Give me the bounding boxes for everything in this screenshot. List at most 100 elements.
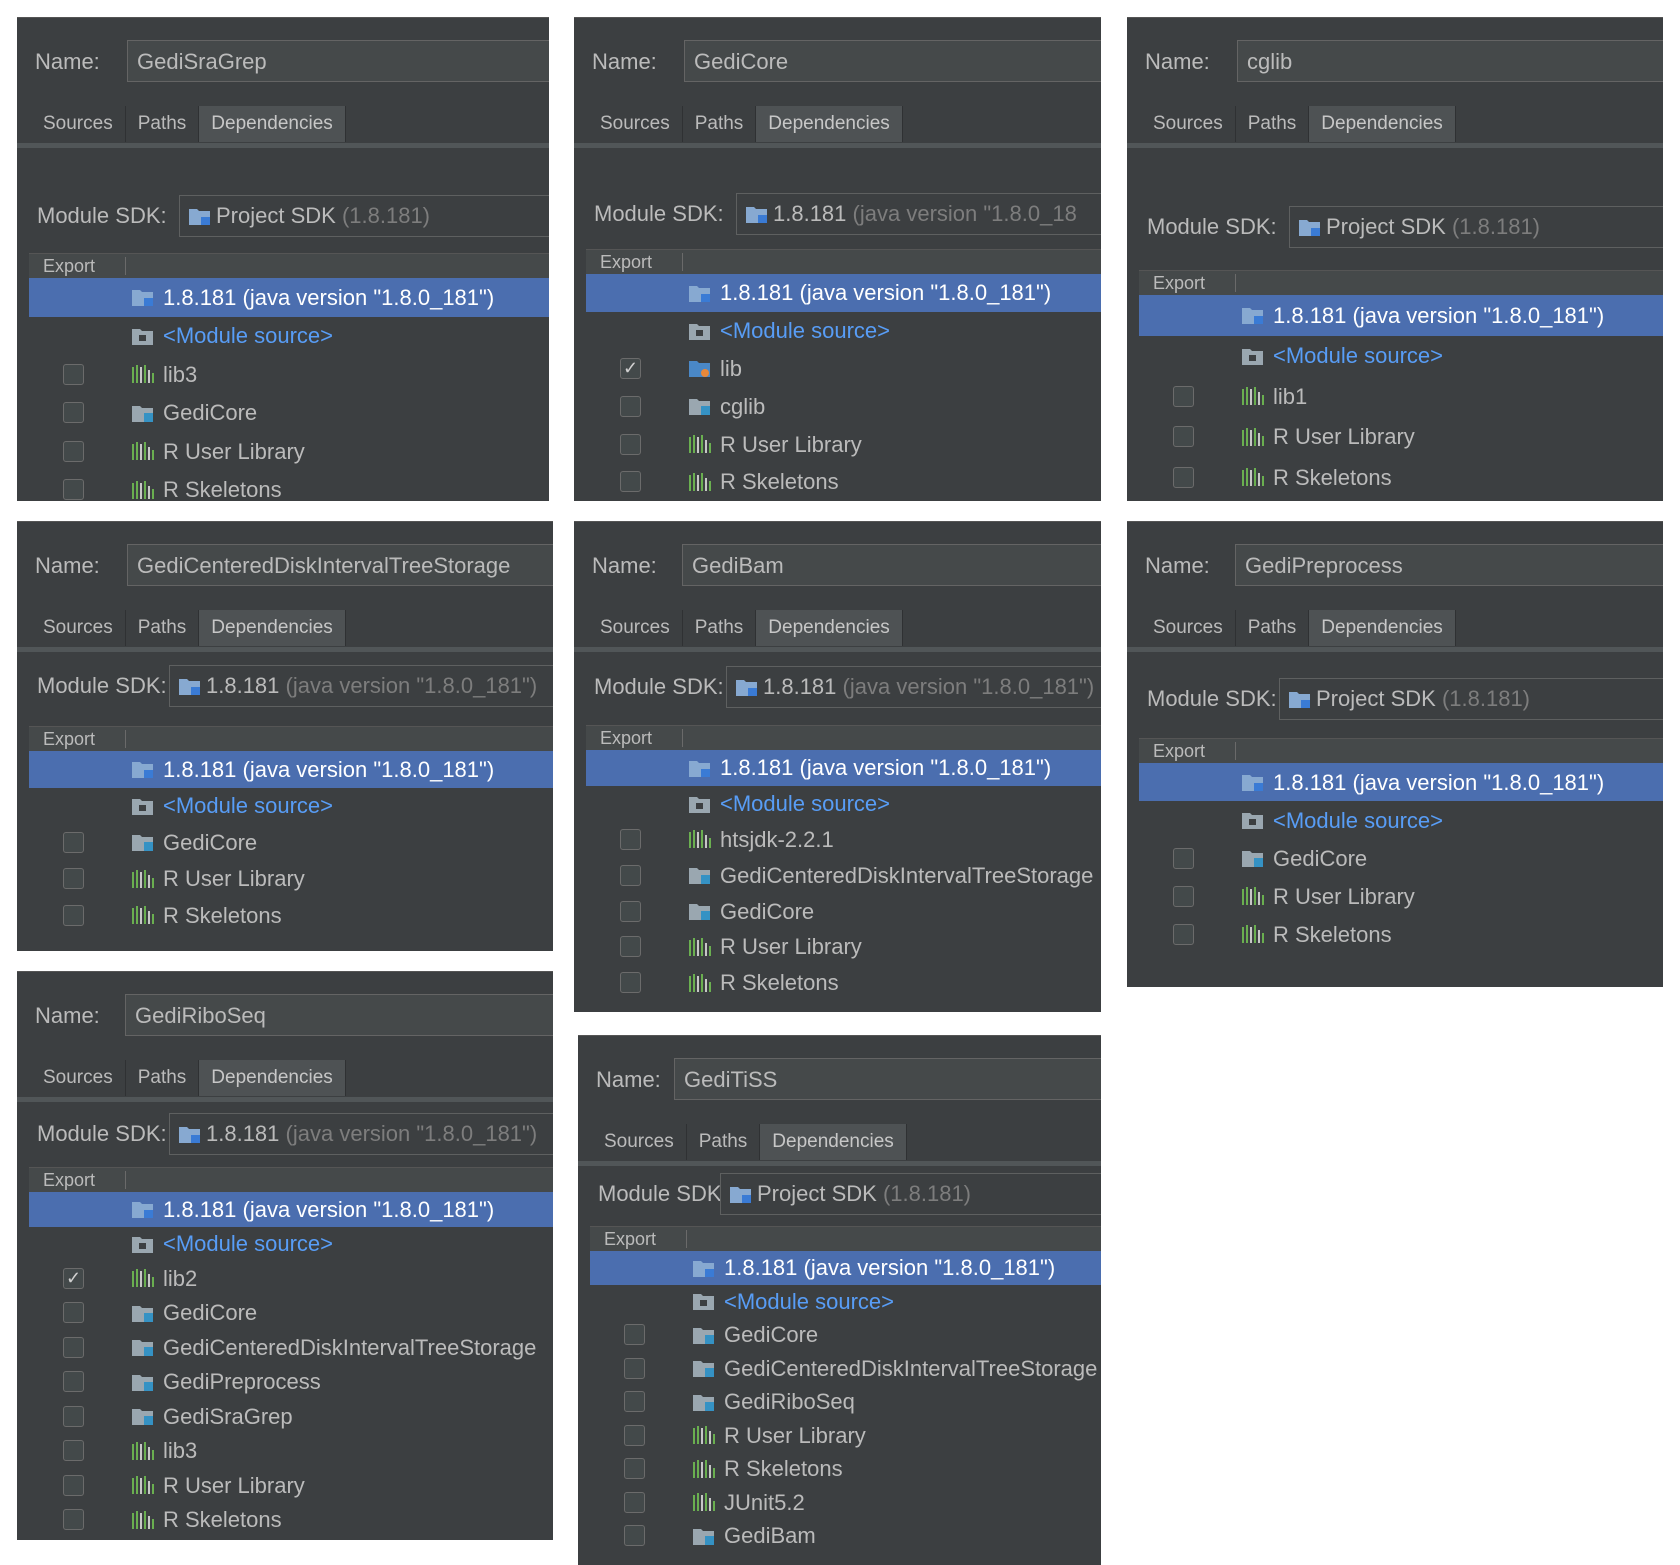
dependency-row[interactable]: R Skeletons: [1139, 915, 1663, 953]
dependency-row[interactable]: <Module source>: [586, 786, 1101, 822]
dependency-row[interactable]: <Module source>: [29, 317, 549, 356]
dependency-row[interactable]: GediCenteredDiskIntervalTreeStorage: [590, 1352, 1101, 1386]
export-checkbox[interactable]: ✓: [63, 1267, 84, 1289]
export-checkbox[interactable]: [620, 471, 641, 493]
dependency-row[interactable]: <Module source>: [29, 788, 553, 825]
tab-dependencies[interactable]: Dependencies: [199, 106, 346, 142]
export-checkbox[interactable]: [63, 479, 84, 501]
export-checkbox[interactable]: [620, 433, 641, 455]
export-checkbox[interactable]: [63, 402, 84, 424]
dependency-row[interactable]: GediRiboSeq: [590, 1385, 1101, 1419]
dependency-row[interactable]: <Module source>: [590, 1285, 1101, 1319]
dependency-row[interactable]: R User Library: [29, 432, 549, 471]
module-sdk-select[interactable]: Project SDK (1.8.181): [179, 195, 549, 237]
dependency-row[interactable]: 1.8.181 (java version "1.8.0_181"): [590, 1251, 1101, 1285]
tab-paths[interactable]: Paths: [125, 1060, 200, 1096]
dependency-row[interactable]: R User Library: [1139, 417, 1663, 458]
dependency-row[interactable]: GediCore: [29, 824, 553, 861]
dependency-row[interactable]: 1.8.181 (java version "1.8.0_181"): [29, 1192, 553, 1227]
dependency-row[interactable]: R User Library: [29, 861, 553, 898]
export-checkbox[interactable]: [63, 1371, 84, 1393]
export-checkbox[interactable]: ✓: [620, 357, 641, 379]
export-checkbox[interactable]: [1173, 847, 1194, 869]
dependency-row[interactable]: R User Library: [1139, 877, 1663, 915]
dependency-row[interactable]: R User Library: [590, 1419, 1101, 1453]
export-checkbox[interactable]: [63, 1302, 84, 1324]
export-checkbox[interactable]: [1173, 385, 1194, 407]
module-name-field[interactable]: GediCenteredDiskIntervalTreeStorage: [127, 544, 553, 586]
tab-sources[interactable]: Sources: [1141, 610, 1236, 646]
dependency-row[interactable]: 1.8.181 (java version "1.8.0_181"): [586, 750, 1101, 786]
module-name-field[interactable]: cglib: [1237, 40, 1663, 82]
export-checkbox[interactable]: [1173, 923, 1194, 945]
export-checkbox[interactable]: [624, 1357, 645, 1379]
dependency-row[interactable]: <Module source>: [1139, 336, 1663, 377]
dependency-row[interactable]: R Skeletons: [586, 463, 1101, 501]
tab-paths[interactable]: Paths: [125, 610, 200, 646]
tab-sources[interactable]: Sources: [588, 610, 683, 646]
dependency-row[interactable]: 1.8.181 (java version "1.8.0_181"): [29, 751, 553, 788]
export-checkbox[interactable]: [620, 864, 641, 886]
export-checkbox[interactable]: [620, 900, 641, 922]
dependency-row[interactable]: JUnit5.2: [590, 1486, 1101, 1520]
dependency-row[interactable]: 1.8.181 (java version "1.8.0_181"): [1139, 763, 1663, 801]
tab-dependencies[interactable]: Dependencies: [760, 1124, 907, 1160]
export-checkbox[interactable]: [624, 1458, 645, 1480]
export-checkbox[interactable]: [63, 440, 84, 462]
tab-dependencies[interactable]: Dependencies: [1309, 106, 1456, 142]
tab-sources[interactable]: Sources: [592, 1124, 687, 1160]
tab-paths[interactable]: Paths: [686, 1124, 761, 1160]
dependency-row[interactable]: 1.8.181 (java version "1.8.0_181"): [1139, 295, 1663, 336]
module-sdk-select[interactable]: Project SDK (1.8.181): [720, 1173, 1101, 1215]
dependency-row[interactable]: GediSraGrep: [29, 1399, 553, 1434]
dependency-row[interactable]: GediCenteredDiskIntervalTreeStorage: [586, 857, 1101, 893]
export-checkbox[interactable]: [1173, 885, 1194, 907]
module-sdk-select[interactable]: Project SDK (1.8.181): [1279, 678, 1663, 720]
tab-paths[interactable]: Paths: [125, 106, 200, 142]
export-checkbox[interactable]: [1173, 426, 1194, 448]
dependency-row[interactable]: R Skeletons: [590, 1452, 1101, 1486]
dependency-row[interactable]: GediCore: [29, 394, 549, 433]
export-checkbox[interactable]: [63, 1509, 84, 1531]
module-name-field[interactable]: GediSraGrep: [127, 40, 549, 82]
tab-sources[interactable]: Sources: [31, 1060, 126, 1096]
dependency-row[interactable]: R User Library: [586, 425, 1101, 463]
dependency-row[interactable]: htsjdk-2.2.1: [586, 822, 1101, 858]
export-checkbox[interactable]: [624, 1525, 645, 1547]
dependency-row[interactable]: R User Library: [29, 1468, 553, 1503]
dependency-row[interactable]: GediPreprocess: [29, 1365, 553, 1400]
dependency-row[interactable]: <Module source>: [29, 1227, 553, 1262]
dependency-row[interactable]: R User Library: [586, 929, 1101, 965]
dependency-row[interactable]: cglib: [586, 387, 1101, 425]
module-sdk-select[interactable]: 1.8.181 (java version "1.8.0_18: [736, 193, 1101, 235]
tab-paths[interactable]: Paths: [1235, 610, 1310, 646]
dependency-row[interactable]: GediCore: [590, 1318, 1101, 1352]
dependency-row[interactable]: GediCenteredDiskIntervalTreeStorage: [29, 1330, 553, 1365]
export-checkbox[interactable]: [63, 868, 84, 890]
export-checkbox[interactable]: [63, 1405, 84, 1427]
export-checkbox[interactable]: [63, 1474, 84, 1496]
dependency-row[interactable]: lib3: [29, 355, 549, 394]
dependency-row[interactable]: R Skeletons: [29, 897, 553, 934]
dependency-row[interactable]: R Skeletons: [586, 965, 1101, 1001]
tab-dependencies[interactable]: Dependencies: [199, 1060, 346, 1096]
tab-paths[interactable]: Paths: [1235, 106, 1310, 142]
dependency-row[interactable]: <Module source>: [1139, 801, 1663, 839]
tab-dependencies[interactable]: Dependencies: [199, 610, 346, 646]
module-name-field[interactable]: GediCore: [684, 40, 1101, 82]
dependency-row[interactable]: lib3: [29, 1434, 553, 1469]
export-checkbox[interactable]: [620, 828, 641, 850]
dependency-row[interactable]: R Skeletons: [1139, 457, 1663, 498]
tab-dependencies[interactable]: Dependencies: [756, 106, 903, 142]
dependency-row[interactable]: lib1: [1139, 376, 1663, 417]
dependency-row[interactable]: GediBam: [590, 1519, 1101, 1553]
dependency-row[interactable]: <Module source>: [586, 312, 1101, 350]
export-checkbox[interactable]: [63, 831, 84, 853]
export-checkbox[interactable]: [624, 1491, 645, 1513]
tab-sources[interactable]: Sources: [1141, 106, 1236, 142]
export-checkbox[interactable]: [624, 1391, 645, 1413]
export-checkbox[interactable]: [63, 1440, 84, 1462]
module-sdk-select[interactable]: 1.8.181 (java version "1.8.0_181"): [726, 666, 1101, 708]
tab-dependencies[interactable]: Dependencies: [1309, 610, 1456, 646]
export-checkbox[interactable]: [63, 1336, 84, 1358]
